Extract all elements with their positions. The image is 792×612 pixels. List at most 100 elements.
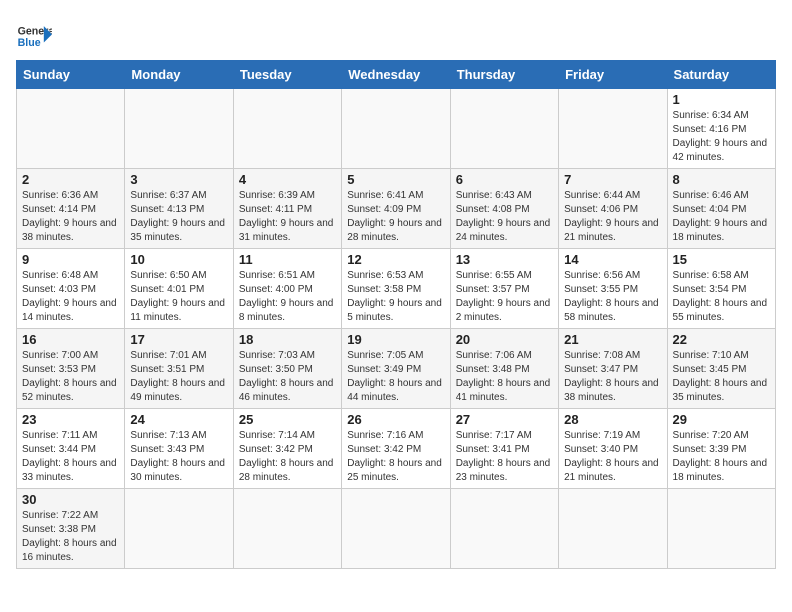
calendar-week-3: 16Sunrise: 7:00 AM Sunset: 3:53 PM Dayli… <box>17 329 776 409</box>
calendar-cell: 26 Sunrise: 7:16 AM Sunset: 3:42 PM Dayli… <box>342 409 450 489</box>
day-number: 11 <box>239 252 336 267</box>
day-info: Sunrise: 7:17 AM Sunset: 3:41 PM Dayligh… <box>456 429 553 485</box>
day-number: 14 <box>564 252 661 267</box>
calendar-cell <box>450 489 558 569</box>
day-number: 26 <box>347 412 444 427</box>
calendar-cell <box>17 89 125 169</box>
day-number: 6 <box>456 172 553 187</box>
calendar-cell: 29 Sunrise: 7:20 AM Sunset: 3:39 PM Dayli… <box>667 409 775 489</box>
calendar-cell: 14 Sunrise: 6:56 AM Sunset: 3:55 PM Dayli… <box>559 249 667 329</box>
calendar-cell: 2 Sunrise: 6:36 AM Sunset: 4:14 PM Daylig… <box>17 169 125 249</box>
calendar-cell: 19 Sunrise: 7:05 AM Sunset: 3:49 PM Dayli… <box>342 329 450 409</box>
calendar-cell: 15 Sunrise: 6:58 AM Sunset: 3:54 PM Dayli… <box>667 249 775 329</box>
day-number: 8 <box>673 172 770 187</box>
day-info: Sunrise: 7:22 AM Sunset: 3:38 PM Dayligh… <box>22 509 119 565</box>
day-number: 1 <box>673 92 770 107</box>
day-info: Sunrise: 7:00 AM Sunset: 3:53 PM Dayligh… <box>22 349 119 405</box>
calendar-cell <box>342 489 450 569</box>
calendar-cell <box>667 489 775 569</box>
day-number: 7 <box>564 172 661 187</box>
day-info: Sunrise: 7:01 AM Sunset: 3:51 PM Dayligh… <box>130 349 227 405</box>
day-number: 23 <box>22 412 119 427</box>
calendar-week-5: 30 Sunrise: 7:22 AM Sunset: 3:38 PM Dayli… <box>17 489 776 569</box>
calendar-cell: 5 Sunrise: 6:41 AM Sunset: 4:09 PM Daylig… <box>342 169 450 249</box>
calendar-cell: 30 Sunrise: 7:22 AM Sunset: 3:38 PM Dayli… <box>17 489 125 569</box>
day-info: Sunrise: 6:51 AM Sunset: 4:00 PM Dayligh… <box>239 269 336 325</box>
day-header-saturday: Saturday <box>667 61 775 89</box>
day-number: 13 <box>456 252 553 267</box>
day-number: 25 <box>239 412 336 427</box>
calendar-cell <box>233 489 341 569</box>
day-number: 12 <box>347 252 444 267</box>
calendar-cell <box>125 489 233 569</box>
calendar-cell <box>233 89 341 169</box>
day-info: Sunrise: 6:36 AM Sunset: 4:14 PM Dayligh… <box>22 189 119 245</box>
day-info: Sunrise: 7:13 AM Sunset: 3:43 PM Dayligh… <box>130 429 227 485</box>
calendar-cell: 28 Sunrise: 7:19 AM Sunset: 3:40 PM Dayli… <box>559 409 667 489</box>
calendar-cell: 12Sunrise: 6:53 AM Sunset: 3:58 PM Dayli… <box>342 249 450 329</box>
day-number: 21 <box>564 332 661 347</box>
calendar-week-1: 2 Sunrise: 6:36 AM Sunset: 4:14 PM Daylig… <box>17 169 776 249</box>
logo-icon: General Blue <box>16 18 52 54</box>
day-number: 10 <box>130 252 227 267</box>
calendar-cell <box>125 89 233 169</box>
day-info: Sunrise: 6:48 AM Sunset: 4:03 PM Dayligh… <box>22 269 119 325</box>
page-header: General Blue <box>16 10 776 54</box>
calendar-cell: 24Sunrise: 7:13 AM Sunset: 3:43 PM Dayli… <box>125 409 233 489</box>
calendar-cell: 6 Sunrise: 6:43 AM Sunset: 4:08 PM Daylig… <box>450 169 558 249</box>
day-header-wednesday: Wednesday <box>342 61 450 89</box>
day-number: 28 <box>564 412 661 427</box>
calendar-cell <box>342 89 450 169</box>
calendar-cell: 23Sunrise: 7:11 AM Sunset: 3:44 PM Dayli… <box>17 409 125 489</box>
day-number: 15 <box>673 252 770 267</box>
calendar-cell: 13 Sunrise: 6:55 AM Sunset: 3:57 PM Dayli… <box>450 249 558 329</box>
day-info: Sunrise: 6:41 AM Sunset: 4:09 PM Dayligh… <box>347 189 444 245</box>
calendar-cell: 16Sunrise: 7:00 AM Sunset: 3:53 PM Dayli… <box>17 329 125 409</box>
day-info: Sunrise: 7:10 AM Sunset: 3:45 PM Dayligh… <box>673 349 770 405</box>
day-info: Sunrise: 7:06 AM Sunset: 3:48 PM Dayligh… <box>456 349 553 405</box>
day-info: Sunrise: 6:50 AM Sunset: 4:01 PM Dayligh… <box>130 269 227 325</box>
day-info: Sunrise: 7:05 AM Sunset: 3:49 PM Dayligh… <box>347 349 444 405</box>
calendar-cell: 22 Sunrise: 7:10 AM Sunset: 3:45 PM Dayli… <box>667 329 775 409</box>
day-header-friday: Friday <box>559 61 667 89</box>
calendar-cell: 11 Sunrise: 6:51 AM Sunset: 4:00 PM Dayli… <box>233 249 341 329</box>
day-info: Sunrise: 7:16 AM Sunset: 3:42 PM Dayligh… <box>347 429 444 485</box>
day-number: 22 <box>673 332 770 347</box>
day-info: Sunrise: 7:03 AM Sunset: 3:50 PM Dayligh… <box>239 349 336 405</box>
calendar-week-2: 9Sunrise: 6:48 AM Sunset: 4:03 PM Daylig… <box>17 249 776 329</box>
day-info: Sunrise: 7:19 AM Sunset: 3:40 PM Dayligh… <box>564 429 661 485</box>
day-info: Sunrise: 7:08 AM Sunset: 3:47 PM Dayligh… <box>564 349 661 405</box>
day-header-thursday: Thursday <box>450 61 558 89</box>
calendar-cell: 25 Sunrise: 7:14 AM Sunset: 3:42 PM Dayli… <box>233 409 341 489</box>
day-info: Sunrise: 6:55 AM Sunset: 3:57 PM Dayligh… <box>456 269 553 325</box>
day-number: 30 <box>22 492 119 507</box>
day-info: Sunrise: 6:46 AM Sunset: 4:04 PM Dayligh… <box>673 189 770 245</box>
day-number: 20 <box>456 332 553 347</box>
day-info: Sunrise: 6:44 AM Sunset: 4:06 PM Dayligh… <box>564 189 661 245</box>
svg-text:Blue: Blue <box>18 37 41 49</box>
day-info: Sunrise: 6:34 AM Sunset: 4:16 PM Dayligh… <box>673 109 770 165</box>
day-number: 3 <box>130 172 227 187</box>
day-number: 2 <box>22 172 119 187</box>
calendar-cell <box>559 89 667 169</box>
calendar-header-row: SundayMondayTuesdayWednesdayThursdayFrid… <box>17 61 776 89</box>
calendar-week-0: 1 Sunrise: 6:34 AM Sunset: 4:16 PM Daylig… <box>17 89 776 169</box>
calendar-cell: 21 Sunrise: 7:08 AM Sunset: 3:47 PM Dayli… <box>559 329 667 409</box>
day-info: Sunrise: 6:37 AM Sunset: 4:13 PM Dayligh… <box>130 189 227 245</box>
calendar-cell <box>450 89 558 169</box>
day-number: 19 <box>347 332 444 347</box>
calendar-cell <box>559 489 667 569</box>
day-info: Sunrise: 6:58 AM Sunset: 3:54 PM Dayligh… <box>673 269 770 325</box>
calendar-cell: 9Sunrise: 6:48 AM Sunset: 4:03 PM Daylig… <box>17 249 125 329</box>
day-info: Sunrise: 7:14 AM Sunset: 3:42 PM Dayligh… <box>239 429 336 485</box>
day-number: 29 <box>673 412 770 427</box>
calendar-cell: 8 Sunrise: 6:46 AM Sunset: 4:04 PM Daylig… <box>667 169 775 249</box>
day-header-tuesday: Tuesday <box>233 61 341 89</box>
day-number: 27 <box>456 412 553 427</box>
day-number: 5 <box>347 172 444 187</box>
day-number: 17 <box>130 332 227 347</box>
logo: General Blue <box>16 18 52 54</box>
day-info: Sunrise: 6:43 AM Sunset: 4:08 PM Dayligh… <box>456 189 553 245</box>
day-info: Sunrise: 6:56 AM Sunset: 3:55 PM Dayligh… <box>564 269 661 325</box>
day-info: Sunrise: 7:20 AM Sunset: 3:39 PM Dayligh… <box>673 429 770 485</box>
